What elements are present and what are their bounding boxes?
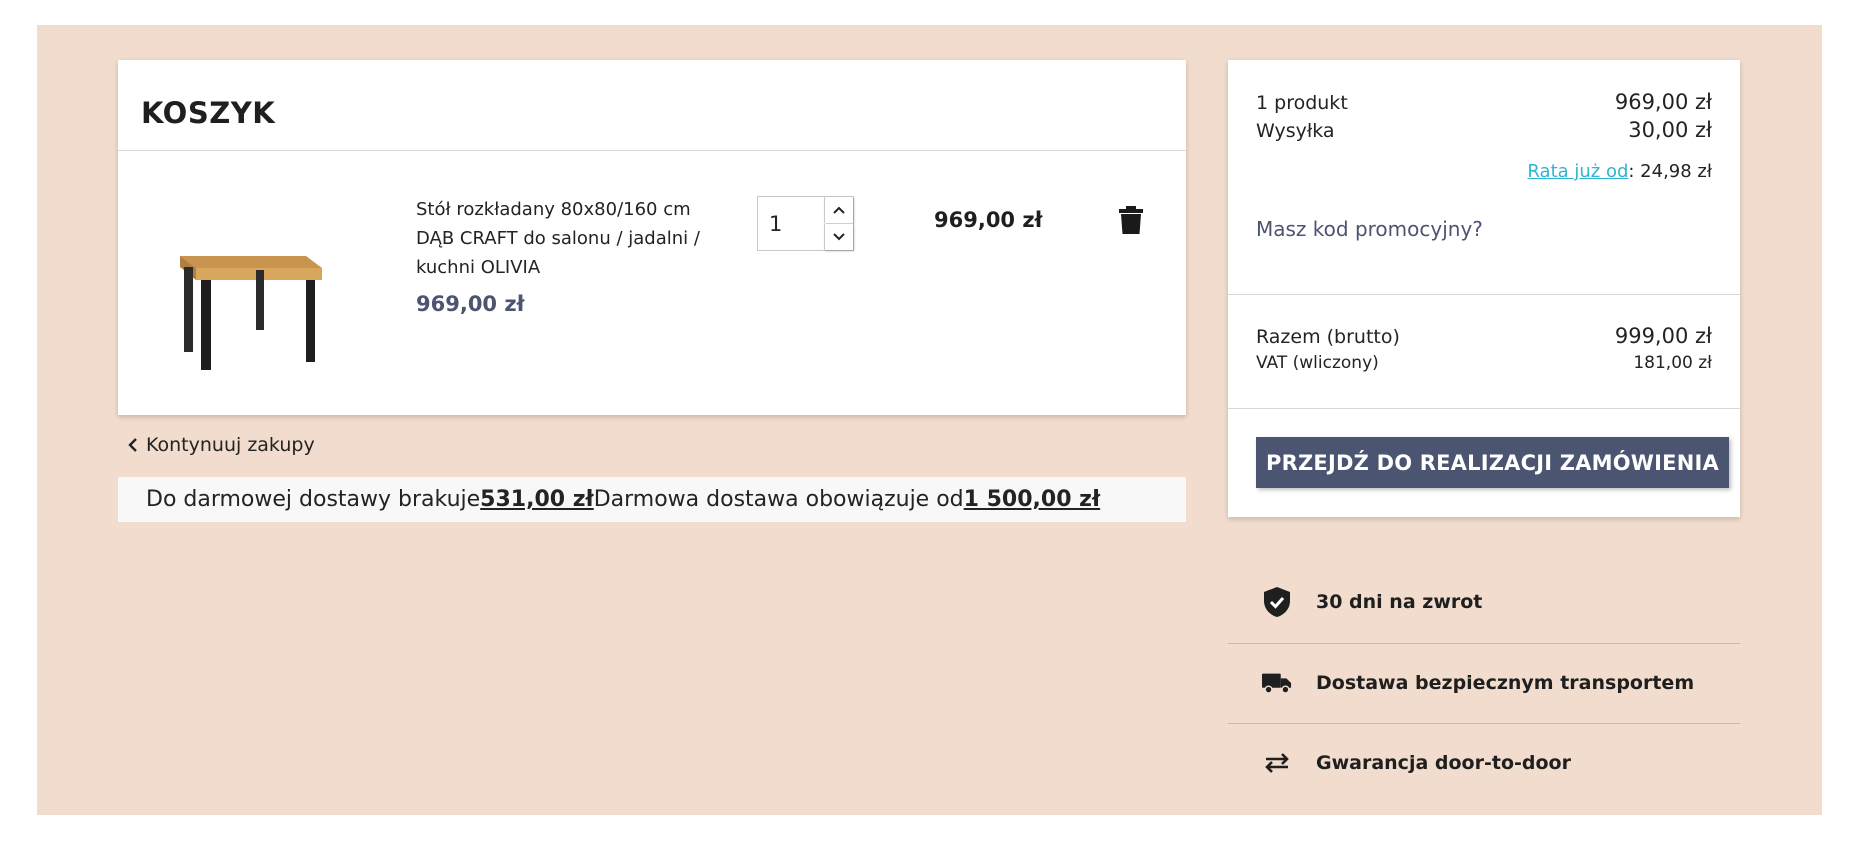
reassurance-text: 30 dni na zwrot — [1316, 591, 1483, 613]
continue-shopping-link[interactable]: Kontynuuj zakupy — [128, 434, 315, 456]
chevron-left-icon — [128, 438, 137, 452]
reassurance-text: Dostawa bezpiecznym transportem — [1316, 672, 1695, 694]
product-name[interactable]: Stół rozkładany 80x80/160 cm DĄB CRAFT d… — [416, 195, 726, 282]
quantity-increase-button[interactable] — [824, 197, 853, 223]
reassurance-item: Dostawa bezpiecznym transportem — [1228, 643, 1740, 723]
truck-icon — [1262, 668, 1292, 698]
reassurance-item: Gwarancja door-to-door — [1228, 723, 1740, 803]
installment-link[interactable]: Rata już od — [1527, 161, 1628, 182]
swap-arrows-icon — [1262, 748, 1292, 778]
order-summary-panel: 1 produkt 969,00 zł Wysyłka 30,00 zł Rat… — [1228, 60, 1740, 517]
summary-total-label: Razem (brutto) — [1256, 326, 1400, 348]
line-total-price: 969,00 zł — [934, 208, 1043, 232]
free-shipping-notice: Do darmowej dostawy brakuje 531,00 zł Da… — [118, 477, 1186, 522]
quantity-decrease-button[interactable] — [824, 224, 853, 250]
summary-vat-value: 181,00 zł — [1633, 353, 1712, 373]
summary-products-row: 1 produkt 969,00 zł — [1256, 90, 1712, 114]
cart-title: KOSZYK — [141, 96, 276, 130]
summary-shipping-value: 30,00 zł — [1628, 118, 1712, 142]
summary-divider — [1228, 408, 1740, 409]
free-shipping-prefix: Do darmowej dostawy brakuje — [146, 487, 481, 512]
summary-shipping-label: Wysyłka — [1256, 120, 1335, 142]
promo-code-link[interactable]: Masz kod promocyjny? — [1256, 217, 1483, 241]
free-shipping-missing-amount: 531,00 zł — [480, 487, 594, 512]
installment-value: : 24,98 zł — [1628, 161, 1712, 182]
summary-divider — [1228, 294, 1740, 295]
summary-vat-row: VAT (wliczony) 181,00 zł — [1256, 353, 1712, 373]
product-image[interactable] — [166, 200, 326, 415]
summary-total-row: Razem (brutto) 999,00 zł — [1256, 324, 1712, 348]
reassurance-text: Gwarancja door-to-door — [1316, 752, 1571, 774]
free-shipping-threshold: 1 500,00 zł — [963, 487, 1101, 512]
shield-check-icon — [1262, 587, 1292, 617]
summary-products-value: 969,00 zł — [1614, 90, 1712, 114]
continue-shopping-label: Kontynuuj zakupy — [146, 434, 315, 456]
reassurance-item: 30 dni na zwrot — [1228, 562, 1740, 642]
cart-panel: KOSZYK Stół rozkładany 80x80/160 cm DĄB … — [118, 60, 1186, 415]
quantity-input[interactable] — [758, 197, 824, 250]
summary-shipping-row: Wysyłka 30,00 zł — [1256, 118, 1712, 142]
installment-info: Rata już od: 24,98 zł — [1527, 161, 1712, 182]
free-shipping-middle: Darmowa dostawa obowiązuje od — [593, 487, 964, 512]
cart-divider — [118, 150, 1186, 151]
summary-vat-label: VAT (wliczony) — [1256, 353, 1379, 373]
trash-icon[interactable] — [1118, 205, 1144, 235]
summary-products-label: 1 produkt — [1256, 92, 1348, 114]
summary-total-value: 999,00 zł — [1614, 324, 1712, 348]
chevron-up-icon — [833, 206, 845, 214]
checkout-button[interactable]: PRZEJDŹ DO REALIZACJI ZAMÓWIENIA — [1256, 437, 1729, 488]
chevron-down-icon — [833, 233, 845, 241]
quantity-stepper — [757, 196, 854, 251]
product-unit-price: 969,00 zł — [416, 292, 525, 316]
